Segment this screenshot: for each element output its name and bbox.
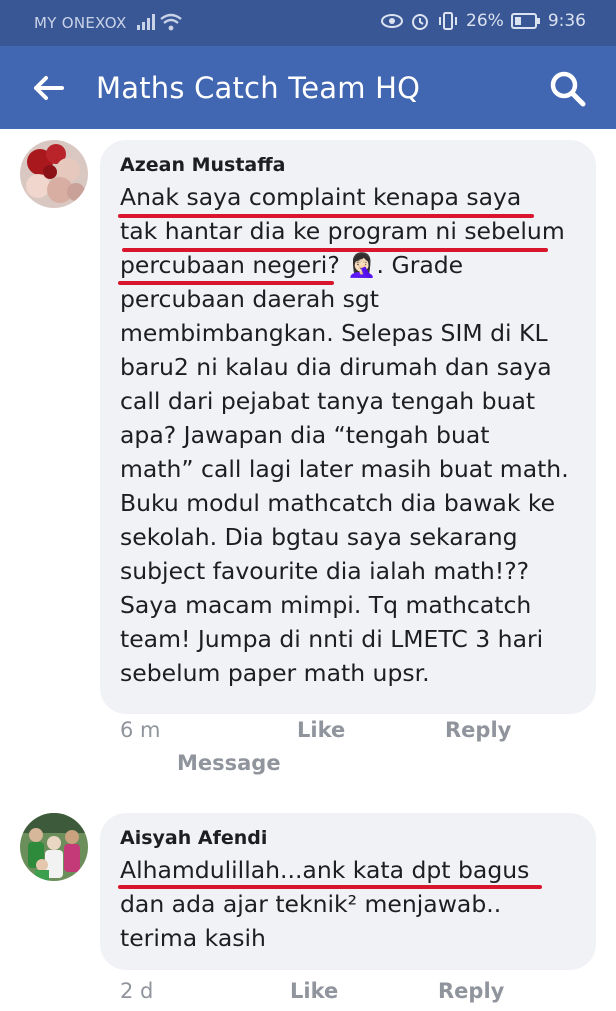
comment-author[interactable]: Azean Mustaffa <box>120 154 576 176</box>
like-button[interactable]: Like <box>297 718 345 742</box>
comment-time: 6 m <box>120 718 161 742</box>
comment-line: sebelum paper math upsr. <box>120 659 430 687</box>
battery-percent: 26% <box>466 11 504 31</box>
underline-annotation <box>118 281 334 285</box>
app-bar: Maths Catch Team HQ <box>0 46 616 129</box>
reply-button[interactable]: Reply <box>445 718 511 742</box>
comment-line: Saya macam mimpi. Tq mathcatch <box>120 591 532 619</box>
comment-line: percubaan daerah sgt <box>120 285 379 313</box>
underline-annotation <box>118 214 534 218</box>
comment-line: dan ada ajar teknik² menjawab.. <box>120 890 502 918</box>
clock-time: 9:36 <box>547 11 586 31</box>
comment-actions: 6 m Like Reply Message <box>0 718 616 788</box>
underline-annotation <box>118 885 542 889</box>
eye-icon <box>381 14 404 28</box>
battery-icon <box>510 13 540 29</box>
underline-annotation <box>122 248 548 252</box>
comment-line: apa? Jawapan dia “tengah buat <box>120 421 490 449</box>
comment-line: terima kasih <box>120 924 266 952</box>
comment-time: 2 d <box>120 979 154 1003</box>
reply-button[interactable]: Reply <box>438 979 504 1003</box>
comment-line: percubaan negeri? 🤦🏻‍♀️. Grade <box>120 251 464 279</box>
comment-line: tak hantar dia ke program ni sebelum <box>120 217 565 245</box>
avatar[interactable] <box>20 140 88 208</box>
comment-line: math” call lagi later masih buat math. <box>120 455 569 483</box>
alarm-icon <box>412 14 429 30</box>
comment-author[interactable]: Aisyah Afendi <box>120 827 576 849</box>
carrier-label: MY ONEXOX <box>34 14 127 32</box>
comment-actions: 2 d Like Reply <box>0 979 616 1011</box>
comment-line: call dari pejabat tanya tengah buat <box>120 387 536 415</box>
page-title: Maths Catch Team HQ <box>96 71 421 105</box>
comment-line: membimbangkan. Selepas SIM di KL <box>120 319 548 347</box>
comment-line: Alhamdulillah...ank kata dpt bagus <box>120 856 530 884</box>
comment-line: team! Jumpa di nnti di LMETC 3 hari <box>120 625 544 653</box>
signal-wifi-icon <box>137 13 182 31</box>
message-button[interactable]: Message <box>177 751 281 775</box>
like-button[interactable]: Like <box>290 979 338 1003</box>
comment-bubble: Aisyah Afendi Alhamdulillah...ank kata d… <box>100 813 596 970</box>
status-bar: MY ONEXOX 26% 9:36 <box>0 0 616 46</box>
comment-line: baru2 ni kalau dia dirumah dan saya <box>120 353 552 381</box>
vibrate-icon <box>439 12 458 30</box>
comment-line: subject favourite dia ialah math!?? <box>120 557 530 585</box>
comment-text: Alhamdulillah...ank kata dpt bagus dan a… <box>120 853 576 955</box>
arrow-left-icon[interactable] <box>30 70 66 106</box>
comment-line: Buku modul mathcatch dia bawak ke <box>120 489 556 517</box>
comment-line: Anak saya complaint kenapa saya <box>120 183 522 211</box>
comment-line: sekolah. Dia bgtau saya sekarang <box>120 523 518 551</box>
comment-text: Anak saya complaint kenapa saya tak hant… <box>120 180 576 690</box>
comment-bubble: Azean Mustaffa Anak saya complaint kenap… <box>100 140 596 714</box>
search-icon[interactable] <box>548 69 588 109</box>
avatar[interactable] <box>20 813 88 881</box>
